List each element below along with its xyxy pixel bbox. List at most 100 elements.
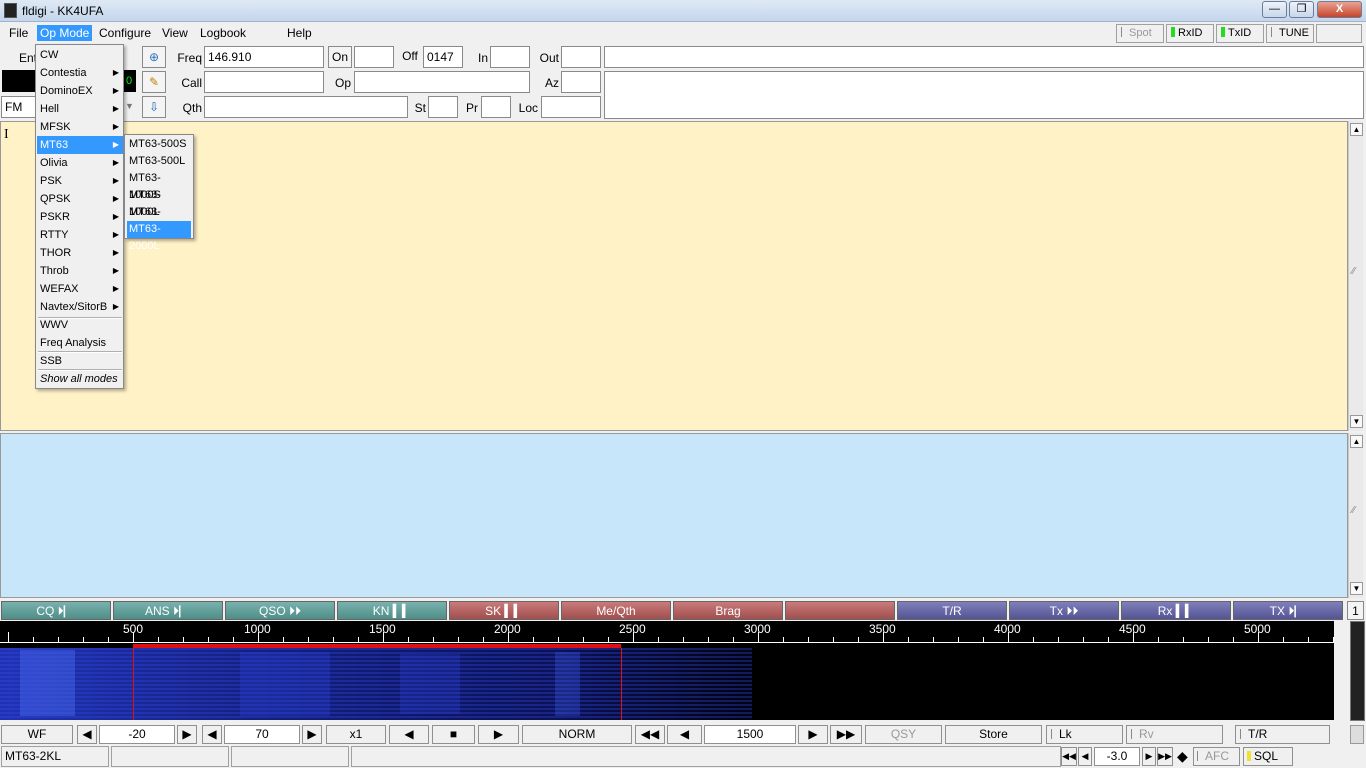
speed-button[interactable]: NORM	[522, 725, 632, 744]
mode-dropdown-icon[interactable]: ▼	[125, 101, 134, 111]
menu-item-wwv[interactable]: WWV	[37, 316, 123, 334]
move-left-icon[interactable]: ◀	[389, 725, 429, 744]
menu-configure[interactable]: Configure	[96, 25, 154, 41]
macro-tx-button[interactable]: Tx ⏵⏵	[1009, 601, 1119, 620]
macro-ans-button[interactable]: ANS ⏵▏	[113, 601, 223, 620]
carrier-freq-field[interactable]: 1500	[704, 725, 796, 744]
menu-item-hell[interactable]: Hell ▶	[37, 100, 123, 118]
macro-set-button[interactable]: 1	[1347, 601, 1364, 620]
txid-toggle[interactable]: TxID	[1216, 24, 1264, 43]
menu-item-show-all-modes[interactable]: Show all modes	[37, 370, 123, 388]
db-range-up-icon[interactable]: ▶	[302, 725, 322, 744]
db-ref-field[interactable]: -20	[99, 725, 175, 744]
menu-item-wefax[interactable]: WEFAX ▶	[37, 280, 123, 298]
save-log-icon[interactable]: ⇩	[142, 96, 166, 118]
close-button[interactable]: X	[1317, 1, 1362, 18]
macro-empty-button[interactable]	[785, 601, 895, 620]
submenu-item-mt63-2000s[interactable]: MT63-2000S	[127, 204, 191, 235]
macro-kn-button[interactable]: KN ▍▍	[337, 601, 447, 620]
menu-help[interactable]: Help	[284, 25, 315, 41]
squelch-value-field[interactable]: -3.0	[1094, 747, 1140, 766]
op-field[interactable]	[354, 71, 530, 93]
maximize-button[interactable]: ❐	[1289, 1, 1314, 18]
status-mode[interactable]: MT63-2KL	[1, 746, 109, 767]
dial-scroll[interactable]	[1350, 725, 1364, 744]
move-right-icon[interactable]: ▶	[478, 725, 519, 744]
broom-icon[interactable]: ✎	[142, 71, 166, 93]
squelch-down-icon[interactable]: ◀	[1078, 747, 1092, 766]
wf-mode-button[interactable]: WF	[1, 725, 73, 744]
menu-item-psk[interactable]: PSK ▶	[37, 172, 123, 190]
scroll-up-icon[interactable]: ▲	[1350, 435, 1363, 448]
menu-item-throb[interactable]: Throb ▶	[37, 262, 123, 280]
on-time-field[interactable]	[354, 46, 394, 68]
menu-item-pskr[interactable]: PSKR ▶	[37, 208, 123, 226]
macro-brag-button[interactable]: Brag	[673, 601, 783, 620]
reverse-toggle[interactable]: Rv	[1126, 725, 1223, 744]
macro-tr-button[interactable]: T/R	[897, 601, 1007, 620]
fast-right-icon[interactable]: ▶▶	[830, 725, 862, 744]
step-left-icon[interactable]: ◀	[667, 725, 702, 744]
qth-field[interactable]	[204, 96, 408, 118]
call-field[interactable]	[204, 71, 324, 93]
az-field[interactable]	[561, 71, 601, 93]
transmit-text-pane[interactable]	[0, 433, 1348, 598]
db-ref-down-icon[interactable]: ◀	[77, 725, 97, 744]
menu-item-ssb[interactable]: SSB	[37, 352, 123, 370]
submenu-item-mt63-1000s[interactable]: MT63-1000S	[127, 170, 191, 201]
globe-icon[interactable]: ⊕	[142, 46, 166, 68]
menu-view[interactable]: View	[159, 25, 191, 41]
scroll-down-icon[interactable]: ▼	[1350, 582, 1363, 595]
scroll-up-icon[interactable]: ▲	[1350, 123, 1363, 136]
off-time-field[interactable]: 0147	[423, 46, 463, 68]
menu-item-rtty[interactable]: RTTY ▶	[37, 226, 123, 244]
st-field[interactable]	[428, 96, 458, 118]
zoom-button[interactable]: x1	[326, 725, 386, 744]
submenu-item-mt63-1000l[interactable]: MT63-1000L	[127, 187, 191, 218]
menu-item-cw[interactable]: CW	[37, 46, 123, 64]
notes-field[interactable]	[604, 46, 1364, 68]
submenu-item-mt63-500l[interactable]: MT63-500L	[127, 153, 191, 170]
scroll-grip-icon[interactable]: ∕∕	[1352, 266, 1355, 277]
menu-file[interactable]: File	[6, 25, 31, 41]
tr-toggle[interactable]: T/R	[1235, 725, 1330, 744]
menu-item-qpsk[interactable]: QPSK ▶	[37, 190, 123, 208]
off-button[interactable]: Off	[398, 46, 422, 68]
menu-item-freq-analysis[interactable]: Freq Analysis	[37, 334, 123, 352]
rxid-toggle[interactable]: RxID	[1166, 24, 1214, 43]
on-button[interactable]: On	[328, 46, 352, 68]
menu-op-mode[interactable]: Op Mode	[37, 25, 93, 41]
sql-toggle[interactable]: SQL	[1243, 747, 1293, 766]
scroll-down-icon[interactable]: ▼	[1350, 415, 1363, 428]
comments-field[interactable]	[604, 71, 1364, 119]
menu-item-navtex[interactable]: Navtex/SitorB ▶	[37, 298, 123, 316]
out-field[interactable]	[561, 46, 601, 68]
squelch-fast-down-icon[interactable]: ◀◀	[1061, 747, 1077, 766]
fast-left-icon[interactable]: ◀◀	[635, 725, 665, 744]
menu-item-mfsk[interactable]: MFSK ▶	[37, 118, 123, 136]
macro-meqth-button[interactable]: Me/Qth	[561, 601, 671, 620]
tune-toggle[interactable]: TUNE	[1266, 24, 1314, 43]
db-range-field[interactable]: 70	[224, 725, 300, 744]
macro-qso-button[interactable]: QSO ⏵⏵	[225, 601, 335, 620]
pause-icon[interactable]: ■	[432, 725, 475, 744]
step-right-icon[interactable]: ▶	[798, 725, 828, 744]
minimize-button[interactable]: —	[1262, 1, 1287, 18]
locator-field[interactable]	[541, 96, 601, 118]
menu-item-thor[interactable]: THOR ▶	[37, 244, 123, 262]
menu-item-dominoex[interactable]: DominoEX ▶	[37, 82, 123, 100]
submenu-item-mt63-2000l[interactable]: MT63-2000L	[127, 221, 191, 252]
squelch-up-icon[interactable]: ▶	[1142, 747, 1156, 766]
scroll-grip-icon[interactable]: ∕∕	[1352, 505, 1355, 516]
macro-rx-button[interactable]: Rx ▍▍	[1121, 601, 1231, 620]
waterfall-display[interactable]	[0, 648, 1334, 720]
spot-toggle[interactable]: Spot	[1116, 24, 1164, 43]
qsy-button[interactable]: QSY	[865, 725, 942, 744]
submenu-item-mt63-500s[interactable]: MT63-500S	[127, 136, 191, 153]
macro-sk-button[interactable]: SK ▍▍	[449, 601, 559, 620]
menu-item-olivia[interactable]: Olivia ▶	[37, 154, 123, 172]
in-field[interactable]	[490, 46, 530, 68]
store-button[interactable]: Store	[945, 725, 1042, 744]
transmit-scrollbar[interactable]: ▲ ∕∕ ▼	[1348, 433, 1363, 598]
db-ref-up-icon[interactable]: ▶	[177, 725, 197, 744]
